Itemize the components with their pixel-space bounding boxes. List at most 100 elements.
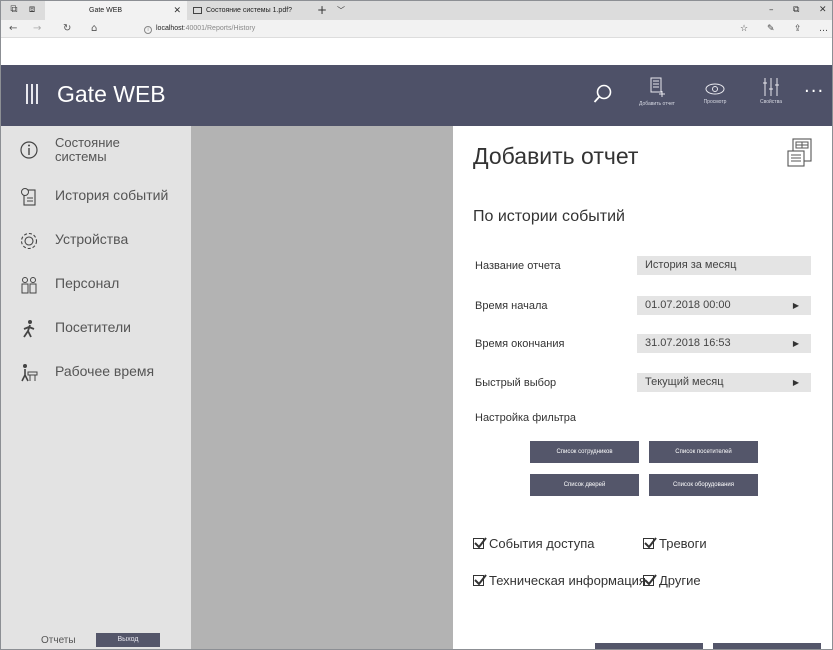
report-document-icon bbox=[787, 138, 812, 167]
end-time-value: 31.07.2018 16:53 bbox=[645, 337, 731, 349]
sidebar-item-label: Персонал bbox=[55, 275, 120, 291]
panel-subtitle: По истории событий bbox=[473, 208, 625, 225]
minimize-icon[interactable]: – bbox=[769, 1, 774, 20]
refresh-icon[interactable]: ↻ bbox=[63, 20, 71, 38]
sidebar-item-label: История событий bbox=[55, 187, 169, 203]
other-checkbox[interactable]: Другие bbox=[643, 574, 701, 588]
address-bar-row: ← → ↻ ⌂ i localhost:40001/Reports/History… bbox=[1, 20, 832, 38]
cancel-button[interactable] bbox=[713, 643, 821, 649]
checkbox-checked-icon bbox=[473, 537, 487, 549]
url-host: localhost bbox=[156, 25, 184, 32]
sidebar-item-label: Посетители bbox=[55, 319, 131, 335]
quick-select-dropdown[interactable]: Текущий месяц ▶ bbox=[637, 373, 811, 392]
alarms-checkbox[interactable]: Тревоги bbox=[643, 537, 707, 551]
start-time-picker[interactable]: 01.07.2018 00:00 ▶ bbox=[637, 296, 811, 315]
sidebar-label-line2: системы bbox=[55, 149, 107, 164]
pen-notes-icon[interactable]: ✎ bbox=[767, 20, 775, 38]
sidebar-label-line1: Состояние bbox=[55, 135, 120, 150]
new-tab-icon[interactable]: + bbox=[317, 1, 327, 19]
history-icon bbox=[21, 188, 36, 206]
home-icon[interactable]: ⌂ bbox=[91, 20, 97, 38]
play-arrow-icon[interactable]: ▶ bbox=[793, 334, 799, 353]
more-dots-icon[interactable]: ··· bbox=[804, 81, 824, 102]
sidebar: Состояние системы История событий Устрой… bbox=[1, 126, 191, 649]
back-arrow-icon[interactable]: ← bbox=[9, 20, 17, 38]
end-time-label: Время окончания bbox=[475, 338, 565, 350]
properties-label: Свойства bbox=[760, 99, 782, 105]
quick-select-value: Текущий месяц bbox=[645, 376, 724, 388]
tab-actions-icon[interactable]: ⧉ bbox=[7, 3, 21, 17]
add-report-icon bbox=[650, 77, 665, 97]
properties-button[interactable]: Свойства bbox=[751, 77, 791, 121]
reports-label: Отчеты bbox=[41, 635, 76, 646]
report-name-input[interactable]: История за месяц bbox=[637, 256, 811, 275]
view-label: Просмотр bbox=[703, 99, 727, 105]
sidebar-item-work-time[interactable]: Рабочее время bbox=[1, 355, 191, 391]
browser-tab-bar: ⧉ ⧈ Gate WEB ✕ Состояние системы 1.pdf? … bbox=[1, 1, 832, 20]
modal-overlay[interactable] bbox=[191, 126, 453, 649]
sidebar-item-system-status[interactable]: Состояние системы bbox=[1, 132, 191, 168]
confirm-button[interactable] bbox=[595, 643, 703, 649]
visitors-list-button[interactable]: Список посетителей bbox=[649, 441, 758, 463]
checkbox-checked-icon bbox=[473, 574, 487, 586]
close-tab-icon[interactable]: ✕ bbox=[173, 1, 181, 20]
favorites-icon[interactable]: ☆ bbox=[740, 20, 748, 38]
sliders-icon bbox=[763, 78, 779, 96]
play-arrow-icon[interactable]: ▶ bbox=[793, 373, 799, 392]
app-header: Gate WEB Добавить отчет Просмотр Свойств… bbox=[1, 65, 832, 126]
add-report-panel: Добавить отчет По истории событий Назван… bbox=[453, 126, 832, 649]
sidebar-item-label: Рабочее время bbox=[55, 363, 155, 379]
document-icon bbox=[193, 7, 202, 14]
menu-bars-icon[interactable] bbox=[26, 84, 40, 104]
sidebar-item-personnel[interactable]: Персонал bbox=[1, 267, 191, 303]
filter-settings-label: Настройка фильтра bbox=[475, 412, 576, 424]
sidebar-item-visitors[interactable]: Посетители bbox=[1, 311, 191, 347]
sidebar-item-event-history[interactable]: История событий bbox=[1, 179, 191, 215]
logout-button[interactable]: Выход bbox=[96, 633, 160, 647]
access-events-checkbox[interactable]: События доступа bbox=[473, 537, 594, 551]
info-circle-icon bbox=[20, 141, 38, 159]
eye-icon bbox=[705, 83, 725, 95]
end-time-picker[interactable]: 31.07.2018 16:53 ▶ bbox=[637, 334, 811, 353]
forward-arrow-icon[interactable]: → bbox=[33, 20, 41, 38]
start-time-label: Время начала bbox=[475, 300, 548, 312]
work-time-icon bbox=[21, 364, 38, 382]
tab-gate-web[interactable]: Gate WEB ✕ bbox=[45, 1, 187, 20]
play-arrow-icon[interactable]: ▶ bbox=[793, 296, 799, 315]
quick-select-label: Быстрый выбор bbox=[475, 377, 557, 389]
tab-pdf[interactable]: Состояние системы 1.pdf? bbox=[189, 1, 311, 20]
start-time-value: 01.07.2018 00:00 bbox=[645, 299, 731, 311]
people-icon bbox=[21, 277, 37, 294]
add-report-button[interactable]: Добавить отчет bbox=[637, 77, 677, 121]
sidebar-item-label: Устройства bbox=[55, 231, 129, 247]
share-icon[interactable]: ⇪ bbox=[794, 20, 802, 38]
close-window-icon[interactable]: ✕ bbox=[819, 1, 827, 20]
panel-title: Добавить отчет bbox=[473, 143, 639, 169]
add-report-label: Добавить отчет bbox=[639, 101, 675, 107]
search-icon[interactable] bbox=[592, 83, 614, 105]
site-info-icon[interactable]: i bbox=[144, 26, 152, 34]
report-name-label: Название отчета bbox=[475, 260, 561, 272]
tab-title: Состояние системы 1.pdf? bbox=[206, 7, 293, 14]
view-button[interactable]: Просмотр bbox=[695, 77, 735, 121]
browser-window: ⧉ ⧈ Gate WEB ✕ Состояние системы 1.pdf? … bbox=[0, 0, 833, 650]
set-aside-tabs-icon[interactable]: ⧈ bbox=[25, 3, 39, 17]
equipment-list-button[interactable]: Список оборудования bbox=[649, 474, 758, 496]
chevron-down-icon[interactable]: ﹀ bbox=[337, 1, 345, 20]
checkbox-checked-icon bbox=[643, 537, 657, 549]
checkbox-label: Техническая информация bbox=[489, 573, 646, 588]
walking-person-icon bbox=[23, 320, 35, 338]
checkbox-label: Тревоги bbox=[659, 536, 707, 551]
sidebar-item-devices[interactable]: Устройства bbox=[1, 223, 191, 259]
checkbox-checked-icon bbox=[643, 574, 657, 586]
gear-icon bbox=[20, 232, 38, 250]
checkbox-label: Другие bbox=[659, 573, 701, 588]
tab-title: Gate WEB bbox=[89, 7, 123, 14]
more-menu-icon[interactable]: … bbox=[819, 20, 828, 38]
url-path: :40001/Reports/History bbox=[183, 25, 256, 32]
restore-icon[interactable]: ⧉ bbox=[793, 1, 799, 20]
employees-list-button[interactable]: Список сотрудников bbox=[530, 441, 639, 463]
url-field[interactable]: i localhost:40001/Reports/History bbox=[144, 21, 724, 36]
technical-info-checkbox[interactable]: Техническая информация bbox=[473, 574, 646, 588]
doors-list-button[interactable]: Список дверей bbox=[530, 474, 639, 496]
